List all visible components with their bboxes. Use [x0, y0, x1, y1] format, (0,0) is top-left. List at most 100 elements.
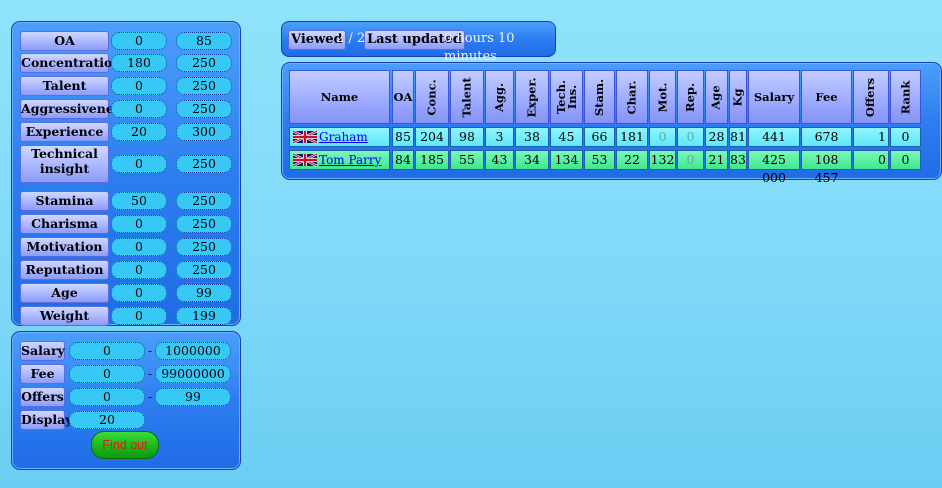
table-cell: 441 056 — [748, 127, 800, 162]
filter-label-offers: Offers — [20, 387, 65, 407]
column-header-age[interactable]: Age — [705, 70, 728, 124]
filter-min-technical-insight[interactable]: 0 — [111, 155, 167, 173]
column-header-offers[interactable]: Offers — [853, 70, 889, 124]
table-cell: 55 — [450, 150, 484, 170]
filter-max-reputation[interactable]: 250 — [176, 261, 232, 279]
table-cell: 132 — [649, 150, 676, 170]
table-cell: 43 — [485, 150, 514, 170]
filter-max-aggressiveness[interactable]: 250 — [176, 100, 232, 118]
filter-max-charisma[interactable]: 250 — [176, 215, 232, 233]
filter-min-concentration[interactable]: 180 — [111, 54, 167, 72]
column-header-exper[interactable]: Exper. — [515, 70, 549, 124]
uk-flag-icon — [292, 129, 318, 145]
filter-max-technical-insight[interactable]: 250 — [176, 155, 232, 173]
filter-max-experience[interactable]: 300 — [176, 123, 232, 141]
column-header-tech-ins[interactable]: Tech. Ins. — [550, 70, 583, 124]
column-header-mot[interactable]: Mot. — [649, 70, 676, 124]
filter-label-fee: Fee — [20, 364, 65, 384]
column-header-stam[interactable]: Stam. — [584, 70, 615, 124]
display-label: Display — [20, 410, 72, 430]
column-header-talent[interactable]: Talent — [450, 70, 484, 124]
filter-min-motivation[interactable]: 0 — [111, 238, 167, 256]
table-cell: 204 — [415, 127, 449, 147]
filter-min-oa[interactable]: 0 — [111, 32, 167, 50]
filter-min-fee[interactable]: 0 — [69, 365, 145, 383]
table-cell: 66 — [584, 127, 615, 147]
filter-label-age: Age — [20, 283, 109, 303]
filter-label-concentration: Concentration — [20, 53, 121, 73]
find-out-button[interactable]: Find out — [91, 431, 159, 459]
column-header-name[interactable]: Name — [289, 70, 390, 124]
filter-max-talent[interactable]: 250 — [176, 77, 232, 95]
filter-min-charisma[interactable]: 0 — [111, 215, 167, 233]
player-name-link[interactable]: Tom Parry — [319, 151, 381, 169]
table-cell: 0 — [890, 150, 921, 170]
table-cell: 53 — [584, 150, 615, 170]
table-cell: 678 869 — [801, 127, 852, 162]
table-cell: 28 — [705, 127, 728, 147]
money-filter-panel: Find out Salary 0-1000000 Fee 0-99000000 Off… — [11, 331, 241, 470]
column-header-conc[interactable]: Conc. — [415, 70, 449, 124]
table-cell: 108 457 — [801, 150, 852, 185]
column-header-rank[interactable]: Rank — [890, 70, 921, 124]
filter-min-weight[interactable]: 0 — [111, 307, 167, 325]
filter-label-weight: Weight — [20, 306, 109, 326]
table-cell: 81 — [729, 127, 747, 147]
uk-flag-icon — [292, 152, 318, 168]
filter-max-fee[interactable]: 99000000 — [155, 365, 231, 383]
table-cell: 84 — [392, 150, 414, 170]
column-header-oa[interactable]: OA — [392, 70, 414, 124]
filter-min-age[interactable]: 0 — [111, 284, 167, 302]
filter-min-aggressiveness[interactable]: 0 — [111, 100, 167, 118]
filter-label-technical-insight: Technical insight — [20, 145, 109, 183]
table-row: Graham Tandy — [289, 127, 390, 162]
filter-label-charisma: Charisma — [20, 214, 109, 234]
filter-label-talent: Talent — [20, 76, 109, 96]
attribute-filter-panel: OA0-85Concentration180-250Talent0-250Agg… — [11, 21, 241, 326]
filter-max-weight[interactable]: 199 — [176, 307, 232, 325]
display-count-input[interactable]: 20 — [69, 411, 145, 429]
filter-max-stamina[interactable]: 250 — [176, 192, 232, 210]
table-cell: 34 — [515, 150, 549, 170]
last-updated-value: 0 hours 10 minutes — [444, 31, 515, 64]
filter-label-aggressiveness: Aggressiveness — [20, 99, 128, 119]
table-cell: 0 — [853, 150, 889, 170]
filter-min-salary[interactable]: 0 — [69, 342, 145, 360]
range-dash: - — [147, 344, 153, 358]
range-dash: - — [147, 390, 153, 404]
table-cell: 134 — [550, 150, 583, 170]
filter-max-concentration[interactable]: 250 — [176, 54, 232, 72]
column-header-rep[interactable]: Rep. — [677, 70, 704, 124]
filter-min-experience[interactable]: 20 — [111, 123, 167, 141]
filter-label-oa: OA — [20, 31, 109, 51]
table-cell: 38 — [515, 127, 549, 147]
filter-label-stamina: Stamina — [20, 191, 109, 211]
table-cell: 85 — [392, 127, 414, 147]
filter-max-age[interactable]: 99 — [176, 284, 232, 302]
table-cell: 22 — [616, 150, 648, 170]
table-cell: 0 — [649, 127, 676, 147]
table-cell: 98 — [450, 127, 484, 147]
table-cell: 0 — [890, 127, 921, 147]
filter-min-stamina[interactable]: 50 — [111, 192, 167, 210]
table-cell: 0 — [677, 150, 704, 170]
filter-max-salary[interactable]: 1000000 — [155, 342, 231, 360]
column-header-salary[interactable]: Salary — [748, 70, 800, 124]
filter-label-experience: Experience — [20, 122, 109, 142]
filter-max-offers[interactable]: 99 — [155, 388, 231, 406]
filter-label-reputation: Reputation — [20, 260, 109, 280]
column-header-agg[interactable]: Agg. — [485, 70, 514, 124]
filter-min-reputation[interactable]: 0 — [111, 261, 167, 279]
table-cell: 3 — [485, 127, 514, 147]
table-cell: 185 — [415, 150, 449, 170]
column-header-kg[interactable]: Kg — [729, 70, 747, 124]
filter-min-offers[interactable]: 0 — [69, 388, 145, 406]
filter-min-talent[interactable]: 0 — [111, 77, 167, 95]
filter-max-motivation[interactable]: 250 — [176, 238, 232, 256]
column-header-fee[interactable]: Fee — [801, 70, 852, 124]
viewed-status-bar: Viewed 2 / 2 Last updated 0 hours 10 min… — [281, 21, 556, 64]
table-cell: 181 — [616, 127, 648, 147]
table-cell: 1 — [853, 127, 889, 147]
filter-max-oa[interactable]: 85 — [176, 32, 232, 50]
column-header-char[interactable]: Char. — [616, 70, 648, 124]
